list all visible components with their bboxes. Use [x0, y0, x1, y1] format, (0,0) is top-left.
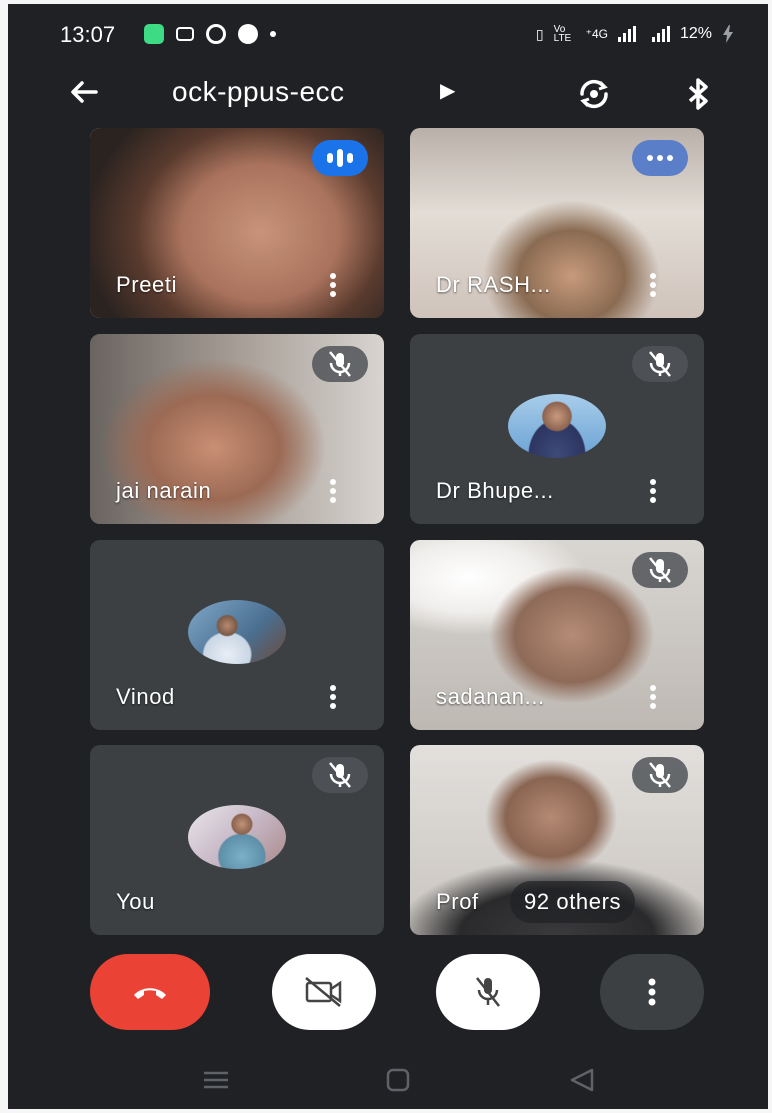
participant-tile[interactable]: Dr Bhupe...	[410, 334, 704, 524]
mic-off-icon	[312, 346, 368, 382]
more-vert-icon[interactable]	[326, 476, 340, 506]
navigation-bar	[8, 1049, 768, 1109]
participant-name: Dr RASH...	[436, 272, 551, 297]
mic-off-icon	[312, 757, 368, 793]
participant-name: Prof	[436, 889, 479, 914]
video-icon	[176, 27, 194, 41]
participant-name: jai narain	[116, 478, 212, 503]
participant-tile[interactable]: sadanan...	[410, 540, 704, 730]
back-nav-button[interactable]	[562, 1067, 602, 1093]
others-button[interactable]: 92 others	[510, 881, 636, 923]
participant-tile[interactable]: jai narain	[90, 334, 384, 524]
participant-tile[interactable]: Vinod	[90, 540, 384, 730]
participant-tile[interactable]: Prof 92 others	[410, 745, 704, 935]
switch-camera-icon	[580, 79, 608, 109]
phone-icon	[238, 24, 258, 44]
participant-name: Vinod	[116, 684, 175, 709]
participant-name: You	[116, 889, 155, 914]
system-icons: ▯ Vo LTE ⁺4G 12%	[535, 24, 734, 44]
end-call-icon	[134, 988, 166, 999]
network-type: ⁺4G	[585, 27, 608, 41]
participant-tile[interactable]: You	[90, 745, 384, 935]
notification-icons	[144, 24, 276, 44]
more-options-button[interactable]	[600, 954, 704, 1030]
call-controls	[8, 954, 768, 1044]
bluetooth-icon	[688, 78, 708, 110]
home-button[interactable]	[378, 1067, 418, 1093]
signal-icon	[617, 26, 636, 42]
menu-icon	[204, 1071, 228, 1089]
more-vert-icon[interactable]	[646, 682, 660, 712]
signal-icon	[651, 26, 670, 42]
grid-icon	[206, 24, 226, 44]
others-label: 92 others	[524, 889, 622, 914]
chat-icon	[144, 24, 164, 44]
more-vert-icon[interactable]	[646, 270, 660, 300]
recents-button[interactable]	[196, 1067, 236, 1093]
battery-level: 12%	[679, 25, 712, 42]
avatar	[188, 805, 286, 869]
more-vert-icon[interactable]	[326, 270, 340, 300]
dot-icon	[270, 31, 276, 37]
bluetooth-button[interactable]	[678, 74, 718, 114]
more-vert-icon[interactable]	[646, 476, 660, 506]
mic-off-icon	[632, 552, 688, 588]
phone-screen: 13:07 ▯ Vo LTE ⁺4G 12% ock-ppus-ecc ▶ Pr…	[8, 4, 768, 1109]
avatar	[508, 394, 606, 458]
vibrate-icon: ▯	[535, 25, 544, 42]
speaking-indicator-icon	[632, 140, 688, 176]
status-bar: 13:07 ▯ Vo LTE ⁺4G 12%	[8, 4, 768, 64]
back-arrow-icon	[71, 81, 98, 103]
speaking-indicator-icon	[312, 140, 368, 176]
status-time: 13:07	[60, 22, 116, 47]
camera-toggle-button[interactable]	[272, 954, 376, 1030]
mic-toggle-button[interactable]	[436, 954, 540, 1030]
switch-camera-button[interactable]	[574, 74, 614, 114]
camera-off-icon	[305, 977, 342, 1007]
mic-off-icon	[632, 757, 688, 793]
battery-charging-icon	[723, 25, 733, 43]
volte-icon: Vo LTE	[553, 24, 572, 44]
mic-off-icon	[632, 346, 688, 382]
more-vert-icon	[648, 978, 656, 1006]
mic-off-icon	[476, 977, 500, 1007]
participant-name: Preeti	[116, 272, 178, 297]
participant-name: Dr Bhupe...	[436, 478, 554, 503]
end-call-button[interactable]	[90, 954, 210, 1030]
meeting-header: ock-ppus-ecc ▶	[8, 68, 768, 120]
participant-name: sadanan...	[436, 684, 545, 709]
back-triangle-icon	[570, 1068, 594, 1092]
meeting-title[interactable]: ock-ppus-ecc	[172, 76, 345, 108]
avatar	[188, 600, 286, 664]
back-button[interactable]	[64, 74, 104, 114]
participant-tile[interactable]: Dr RASH...	[410, 128, 704, 318]
more-vert-icon[interactable]	[326, 682, 340, 712]
participant-tile[interactable]: Preeti	[90, 128, 384, 318]
chevron-right-icon[interactable]: ▶	[440, 78, 455, 103]
home-icon	[386, 1068, 410, 1092]
